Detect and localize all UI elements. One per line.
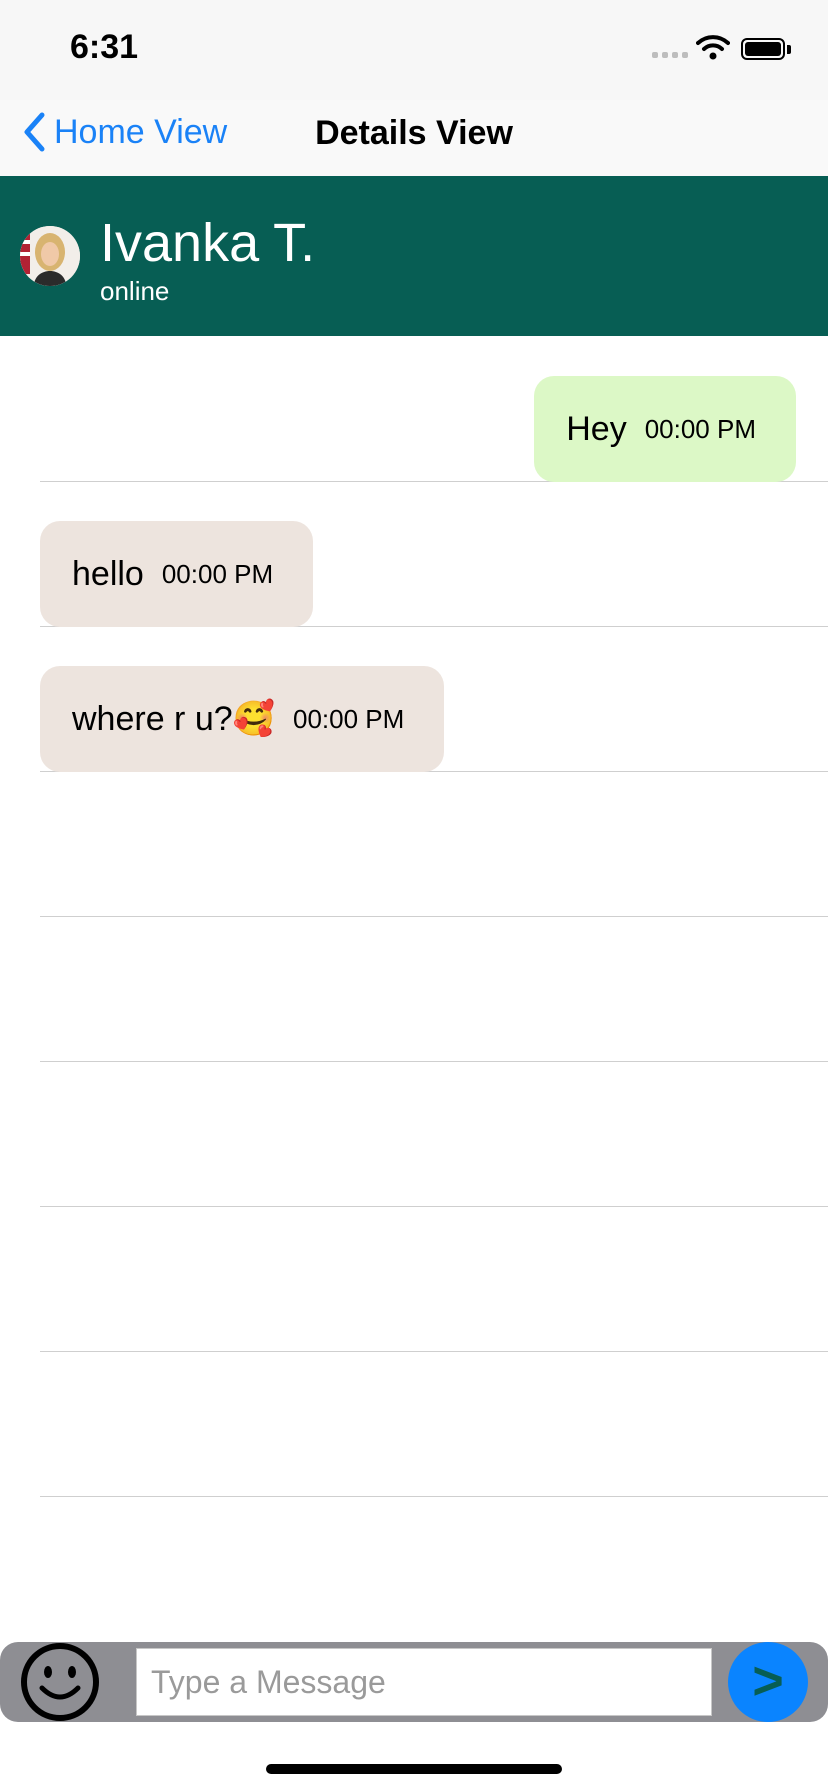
battery-tip (787, 45, 791, 54)
contact-name: Ivanka T. (100, 213, 316, 273)
page-title-text: Details View (315, 114, 513, 152)
avatar-image (20, 226, 80, 286)
message-bubble-outgoing: Hey 00:00 PM (534, 376, 796, 482)
chat-header: Ivanka T. online (0, 176, 828, 336)
empty-row (40, 1351, 828, 1497)
message-row: hello 00:00 PM (40, 481, 828, 627)
send-arrow-icon: > (752, 1651, 784, 1711)
message-input[interactable] (136, 1648, 712, 1716)
empty-row (40, 1061, 828, 1207)
message-time: 00:00 PM (161, 558, 274, 589)
message-time: 00:00 PM (292, 703, 405, 734)
navigation-bar: Home View Details View (0, 100, 828, 176)
wifi-icon (696, 35, 730, 60)
composer-bar (0, 1642, 828, 1722)
status-bar: 6:31 (0, 0, 828, 100)
message-time: 00:00 PM (644, 413, 756, 444)
empty-row (40, 916, 828, 1062)
smiley-face-icon (21, 1643, 99, 1721)
emoji-button[interactable] (20, 1642, 100, 1722)
send-button[interactable]: > (728, 1642, 808, 1722)
status-time: 6:31 (70, 28, 139, 66)
message-bubble-incoming: hello 00:00 PM (40, 521, 314, 627)
message-row: Hey 00:00 PM (40, 336, 828, 482)
message-text: Hey (566, 409, 627, 448)
avatar[interactable] (20, 226, 80, 286)
empty-row (40, 771, 828, 917)
empty-row (40, 1206, 828, 1352)
message-text: hello (72, 554, 144, 593)
cellular-signal-icon (652, 52, 688, 58)
home-indicator (266, 1764, 562, 1774)
message-text: where r u?🥰 (72, 700, 275, 738)
battery-icon (741, 38, 785, 60)
message-list: Hey 00:00 PM hello 00:00 PM where r u?🥰 … (0, 336, 828, 1640)
contact-status: online (100, 276, 170, 306)
message-row: where r u?🥰 00:00 PM (40, 626, 828, 772)
page-title: Details View (0, 114, 828, 153)
message-bubble-incoming: where r u?🥰 00:00 PM (40, 666, 445, 772)
